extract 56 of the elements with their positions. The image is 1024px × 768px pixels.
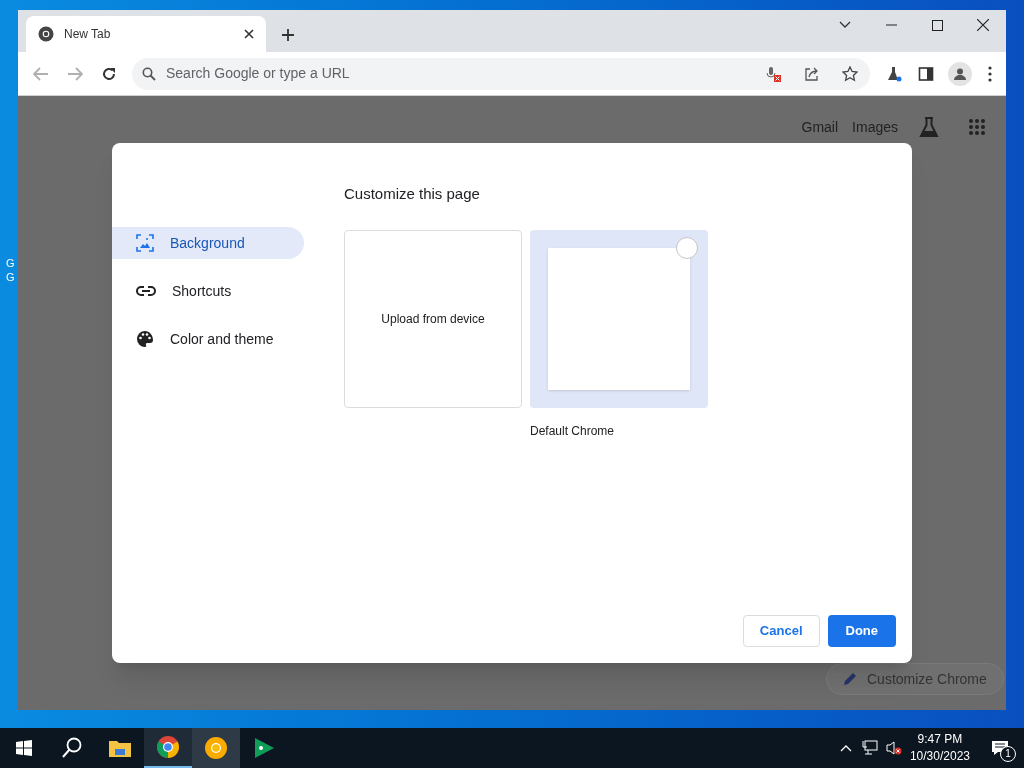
header-link[interactable]: Gmail xyxy=(801,116,839,138)
reload-icon xyxy=(101,65,117,82)
blocked-microphone-icon[interactable] xyxy=(766,65,782,82)
windows-logo-icon xyxy=(16,740,32,756)
flask-icon[interactable] xyxy=(886,65,902,82)
done-button[interactable]: Done xyxy=(827,615,896,647)
chrome-logo-icon xyxy=(156,735,180,759)
chrome-logo-icon xyxy=(38,26,54,42)
tile-label: Upload from device xyxy=(381,310,485,328)
maximize-icon xyxy=(931,19,943,31)
back-arrow-icon xyxy=(33,66,49,81)
muted-speaker-icon[interactable] xyxy=(885,740,902,756)
minimize-icon xyxy=(885,24,897,26)
cancel-button[interactable]: Cancel xyxy=(742,615,820,647)
clock-date[interactable]: 10/30/2023 xyxy=(909,748,970,765)
browser-logo-icon xyxy=(204,736,228,760)
address-bar[interactable]: Search Google or type a URL xyxy=(132,57,870,90)
menu-item[interactable]: Background xyxy=(112,227,304,259)
close-icon xyxy=(977,19,989,31)
chevron-up-icon[interactable] xyxy=(839,744,852,752)
header-link[interactable]: Images xyxy=(852,116,898,138)
apps-grid-icon[interactable] xyxy=(968,118,986,136)
forward-arrow-icon xyxy=(67,66,83,81)
theme-tile[interactable] xyxy=(530,229,708,408)
desktop-icon-label[interactable]: G xyxy=(6,270,15,284)
desktop-icon-label[interactable]: G xyxy=(6,256,15,270)
search-icon xyxy=(142,66,156,81)
profile-avatar[interactable] xyxy=(948,61,972,86)
image-icon xyxy=(136,234,154,252)
browser-tab[interactable]: New Tab xyxy=(26,16,266,52)
bookmark-star-icon[interactable] xyxy=(842,65,858,82)
pencil-icon xyxy=(843,672,857,686)
notification-count: 1 xyxy=(1000,746,1016,762)
tab-title: New Tab xyxy=(64,26,112,43)
taskbar-app-button[interactable] xyxy=(144,728,192,768)
tile-label: Default Chrome xyxy=(530,422,616,440)
upload-tile[interactable]: Upload from device xyxy=(344,229,522,408)
taskbar-app-button[interactable] xyxy=(192,728,240,768)
person-icon xyxy=(953,66,967,81)
palette-icon xyxy=(136,330,154,348)
share-icon[interactable] xyxy=(804,65,820,82)
folder-icon xyxy=(109,739,131,757)
close-icon[interactable] xyxy=(244,29,254,39)
play-games-icon xyxy=(253,737,275,759)
menu-item[interactable]: Color and theme xyxy=(112,323,304,355)
menu-item[interactable]: Shortcuts xyxy=(112,275,304,307)
clock-time[interactable]: 9:47 PM xyxy=(917,731,963,748)
plus-icon xyxy=(281,28,295,42)
link-icon xyxy=(136,285,156,297)
menu-icon[interactable] xyxy=(988,65,992,82)
side-panel-icon[interactable] xyxy=(918,65,934,82)
notifications-button[interactable]: 1 xyxy=(982,728,1018,768)
search-icon xyxy=(62,737,82,759)
dialog-title: Customize this page xyxy=(344,184,481,204)
network-icon[interactable] xyxy=(861,740,878,756)
chevron-down-icon xyxy=(839,21,851,29)
